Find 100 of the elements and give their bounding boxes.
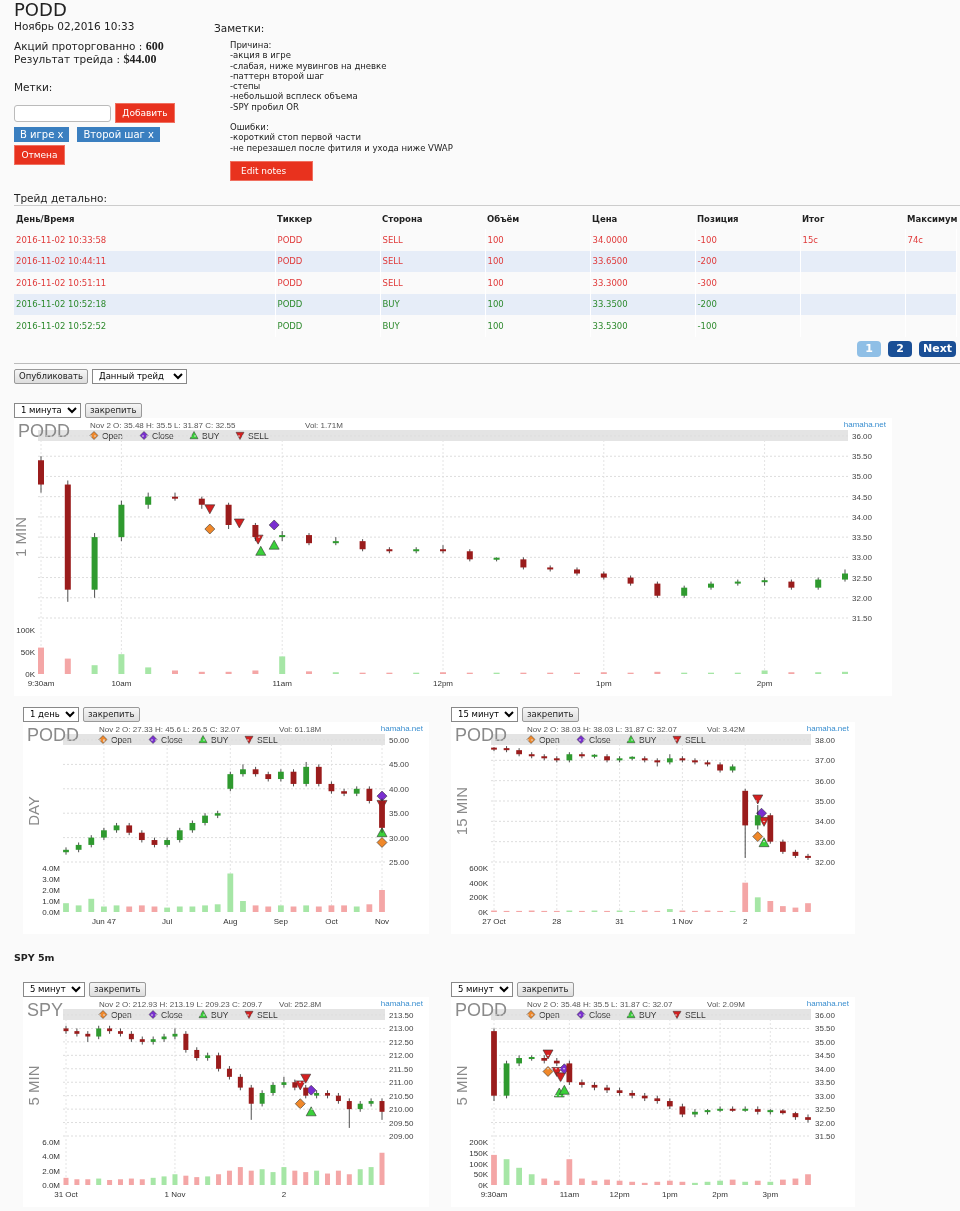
y-tick-label: 33.50	[852, 532, 873, 542]
y-tick-label: 45.00	[389, 759, 410, 769]
note-line: Ошибки:	[230, 122, 270, 133]
volume-tick-label: 4.0M	[42, 863, 60, 873]
volume-total: Vol: 2.09M	[707, 999, 745, 1009]
table-cell: -300	[695, 272, 800, 294]
tag-chip[interactable]: Второй шаг x	[77, 127, 160, 142]
y-tick-label: 212.00	[389, 1050, 414, 1060]
table-cell: SELL	[380, 250, 485, 272]
pin-button[interactable]: закрепить	[83, 706, 140, 722]
legend-label: Close	[589, 734, 611, 745]
column-header: Итог	[800, 209, 905, 229]
axis-label: 15 MIN	[453, 786, 470, 835]
table-cell: -100	[695, 229, 800, 251]
volume-total: Vol: 252.8M	[279, 999, 322, 1009]
cancel-button[interactable]: Отмена	[14, 145, 65, 165]
quote-text: Nov 2 O: 35.48 H: 35.5 L: 31.87 C: 32.55	[90, 420, 236, 430]
legend-label: SELL	[257, 734, 278, 745]
x-tick-label: Sep	[273, 916, 288, 926]
y-tick-label: 36.00	[815, 1010, 836, 1020]
legend-label: Open	[111, 1009, 132, 1020]
source-link[interactable]: hamaha.net	[843, 419, 886, 429]
x-tick-label: Nov	[374, 916, 390, 926]
y-tick-label: 33.00	[815, 1091, 836, 1101]
y-tick-label: 34.00	[852, 512, 873, 522]
pin-button[interactable]: закрепить	[522, 706, 579, 722]
quote-text: Nov 2 O: 35.48 H: 35.5 L: 31.87 C: 32.07	[527, 999, 673, 1009]
notes-heading: Заметки:	[214, 22, 266, 34]
y-tick-label: 50.00	[389, 735, 410, 745]
table-cell: BUY	[380, 315, 485, 337]
table-cell: 2016-11-02 10:52:18	[14, 293, 275, 315]
add-button[interactable]: Добавить	[115, 103, 175, 123]
volume-tick-label: 2.0M	[42, 1166, 60, 1176]
volume-tick-label: 0.0M	[42, 1180, 60, 1190]
x-tick-label: 1 Nov	[671, 916, 693, 926]
note-line: -слабая, ниже мувингов на дневке	[230, 60, 388, 71]
interval-select[interactable]: 15 минут	[451, 706, 518, 722]
y-tick-label: 32.00	[852, 593, 873, 603]
publish-button[interactable]: Опубликовать	[14, 368, 88, 384]
table-cell: 2016-11-02 10:33:58	[14, 229, 275, 251]
x-tick-label: 12pm	[433, 678, 453, 688]
page-button[interactable]: 2	[887, 340, 912, 357]
legend-label: BUY	[211, 1009, 229, 1020]
volume-tick-label: 2.0M	[42, 885, 60, 895]
y-tick-label: 38.00	[815, 735, 836, 745]
interval-select[interactable]: 5 минут	[23, 981, 85, 997]
table-cell: 15c	[800, 229, 905, 251]
pin-button[interactable]: закрепить	[85, 402, 142, 418]
axis-label: DAY	[25, 795, 42, 826]
symbol-label: PODD	[18, 420, 70, 441]
volume-tick-label: 4.0M	[42, 1151, 60, 1161]
y-tick-label: 209.00	[389, 1131, 414, 1141]
note-line: -акция в игре	[230, 50, 292, 61]
table-cell: 100	[485, 250, 590, 272]
y-tick-label: 37.00	[815, 755, 836, 765]
tag-chip[interactable]: В игре x	[14, 127, 70, 142]
next-button[interactable]: Next	[918, 340, 956, 357]
quote-text: Nov 2 O: 27.33 H: 45.6 L: 26.5 C: 32.07	[99, 724, 240, 734]
table-cell: 2016-11-02 10:52:52	[14, 315, 275, 337]
legend-label: Close	[589, 1009, 611, 1020]
table-cell: BUY	[380, 293, 485, 315]
volume-tick-label: 1.0M	[42, 896, 60, 906]
table-cell: 100	[485, 315, 590, 337]
y-tick-label: 40.00	[389, 784, 410, 794]
y-tick-label: 35.00	[815, 1037, 836, 1047]
pin-button[interactable]: закрепить	[89, 981, 146, 997]
interval-select[interactable]: 1 минута	[14, 402, 81, 418]
table-cell: 33.6500	[590, 250, 695, 272]
y-tick-label: 211.50	[389, 1064, 413, 1074]
legend-label: Open	[539, 1009, 560, 1020]
x-tick-label: 12pm	[609, 1189, 630, 1199]
source-link[interactable]: hamaha.net	[380, 723, 423, 733]
y-tick-label: 33.00	[815, 837, 836, 847]
symbol-label: PODD	[455, 999, 507, 1020]
source-link[interactable]: hamaha.net	[806, 998, 849, 1008]
source-link[interactable]: hamaha.net	[806, 723, 849, 733]
pin-button[interactable]: закрепить	[517, 981, 574, 997]
section-title: SPY 5m	[14, 951, 56, 963]
volume-tick-label: 600K	[469, 863, 488, 873]
source-link[interactable]: hamaha.net	[380, 998, 423, 1008]
interval-select[interactable]: 5 минут	[451, 981, 513, 997]
x-tick-label: 3pm	[762, 1189, 779, 1199]
y-tick-label: 209.50	[389, 1118, 414, 1128]
section-title: Трейд детально:	[14, 192, 960, 206]
legend-label: BUY	[639, 734, 657, 745]
scope-select[interactable]: Данный трейд	[92, 368, 187, 384]
table-cell: 2016-11-02 10:51:11	[14, 272, 275, 294]
table-cell: 74c	[905, 229, 956, 251]
volume-tick-label: 200K	[469, 892, 488, 902]
edit-notes-button[interactable]: Edit notes	[230, 160, 313, 181]
volume-total: Vol: 3.42M	[707, 724, 745, 734]
column-header: Сторона	[380, 209, 485, 229]
x-tick-label: 28	[552, 916, 562, 926]
legend-label: Close	[161, 734, 183, 745]
table-cell: 100	[485, 293, 590, 315]
symbol-label: PODD	[455, 724, 507, 745]
y-tick-label: 34.00	[815, 1064, 836, 1074]
legend-label: SELL	[685, 1009, 706, 1020]
legend-label: Open	[111, 734, 132, 745]
interval-select[interactable]: 1 день	[23, 706, 79, 722]
